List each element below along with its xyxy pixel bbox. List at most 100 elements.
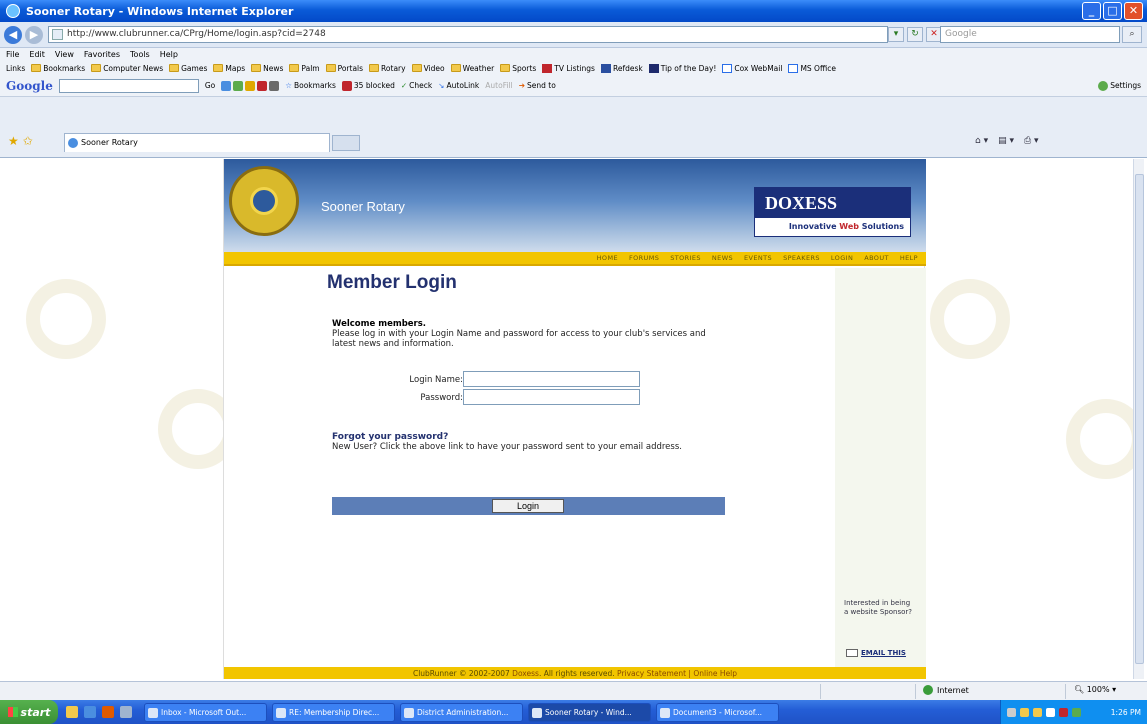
nav-stories[interactable]: STORIES (670, 254, 701, 262)
system-tray: 1:26 PM (1000, 700, 1147, 724)
link-video[interactable]: Video (411, 64, 445, 73)
forgot-password-link[interactable]: Forgot your password? (332, 432, 448, 442)
link-rotary[interactable]: Rotary (369, 64, 406, 73)
tray-icon[interactable] (1033, 707, 1042, 717)
feeds-icon[interactable]: ▤ ▾ (998, 136, 1014, 146)
task-re-membership[interactable]: RE: Membership Direc... (272, 702, 395, 722)
doxess-logo[interactable]: DOXESS Innovative Web Solutions (754, 187, 911, 237)
toolbar-icon[interactable] (257, 80, 268, 91)
forward-button[interactable]: ▶ (25, 25, 43, 44)
toolbar-icon[interactable] (221, 80, 232, 91)
quick-launch-icon[interactable] (102, 706, 114, 718)
settings-button[interactable]: Settings (1098, 80, 1141, 91)
rotary-watermark (26, 279, 106, 359)
print-icon[interactable]: ⎙ ▾ (1024, 136, 1039, 146)
link-cox-webmail[interactable]: Cox WebMail (722, 63, 782, 73)
sponsor-link[interactable]: Interested in being a website Sponsor? (844, 599, 914, 617)
privacy-help-links[interactable]: Privacy Statement | Online Help (617, 669, 737, 678)
toolbar-icon[interactable] (233, 80, 244, 91)
zoom-level[interactable]: 🔍︎ 100% ▾ (1074, 685, 1116, 694)
login-name-field[interactable] (463, 371, 640, 387)
login-name-label: Login Name: (409, 375, 463, 385)
back-button[interactable]: ◀ (4, 25, 22, 44)
autolink-button[interactable]: ↘ AutoLink (438, 81, 479, 90)
link-bookmarks[interactable]: Bookmarks (31, 64, 85, 73)
maximize-button[interactable]: □ (1103, 2, 1122, 20)
google-logo: Google (6, 78, 53, 93)
nav-news[interactable]: NEWS (712, 254, 733, 262)
link-portals[interactable]: Portals (325, 64, 363, 73)
task-sooner-rotary[interactable]: Sooner Rotary - Wind... (528, 702, 651, 722)
scroll-thumb[interactable] (1135, 174, 1144, 664)
quick-launch-icon[interactable] (84, 706, 96, 718)
google-toolbar: Google Go ☆ Bookmarks 35 blocked ✓ Check ↘… (0, 75, 1147, 97)
nav-home[interactable]: HOME (597, 254, 618, 262)
ie-window: Sooner Rotary - Windows Internet Explore… (0, 0, 1147, 724)
search-icon[interactable]: ⌕ (1122, 26, 1142, 43)
link-games[interactable]: Games (169, 64, 207, 73)
nav-help[interactable]: HELP (900, 254, 918, 262)
menu-help[interactable]: Help (160, 50, 178, 59)
menu-edit[interactable]: Edit (29, 50, 45, 59)
nav-speakers[interactable]: SPEAKERS (783, 254, 820, 262)
refresh-icon[interactable]: ↻ (907, 27, 923, 42)
menu-favorites[interactable]: Favorites (84, 50, 120, 59)
google-search-input[interactable] (58, 78, 199, 93)
tray-icon[interactable] (1046, 707, 1055, 717)
tray-icon[interactable] (1007, 707, 1016, 717)
toolbar-icon[interactable] (245, 80, 256, 91)
dropdown-icon[interactable]: ▾ (888, 27, 904, 42)
link-news[interactable]: News (251, 64, 283, 73)
link-weather[interactable]: Weather (450, 64, 494, 73)
spell-check-button[interactable]: ✓ Check (401, 81, 432, 90)
nav-about[interactable]: ABOUT (864, 254, 889, 262)
google-go-button[interactable]: Go (205, 81, 215, 90)
quick-launch-icon[interactable] (120, 706, 132, 718)
login-button[interactable]: Login (492, 499, 564, 513)
tray-icon[interactable] (1020, 707, 1029, 717)
task-document3[interactable]: Document3 - Microsof... (656, 702, 779, 722)
tray-icon[interactable] (1059, 707, 1068, 717)
menu-file[interactable]: File (6, 50, 19, 59)
toolbar-icon[interactable] (269, 80, 280, 91)
close-button[interactable]: ✕ (1124, 2, 1143, 20)
task-district-admin[interactable]: District Administration... (400, 702, 523, 722)
autofill-button[interactable]: AutoFill (485, 81, 512, 90)
link-maps[interactable]: Maps (213, 64, 245, 73)
task-outlook[interactable]: Inbox - Microsoft Out... (144, 702, 267, 722)
nav-login[interactable]: LOGIN (831, 254, 853, 262)
search-input[interactable]: Google (940, 26, 1120, 43)
send-to-button[interactable]: ➔ Send to (519, 81, 556, 90)
password-field[interactable] (463, 389, 640, 405)
address-bar[interactable]: http://www.clubrunner.ca/CPrg/Home/login… (48, 26, 888, 43)
nav-events[interactable]: EVENTS (744, 254, 772, 262)
security-zone: Internet (923, 685, 969, 695)
clock[interactable]: 1:26 PM (1111, 708, 1141, 717)
new-tab-button[interactable] (332, 135, 360, 151)
link-ms-office[interactable]: MS Office (788, 63, 836, 73)
quick-launch-icon[interactable] (66, 706, 78, 718)
tray-icon[interactable] (1072, 707, 1081, 717)
menu-tools[interactable]: Tools (130, 50, 150, 59)
link-palm[interactable]: Palm (289, 64, 320, 73)
link-refdesk[interactable]: Refdesk (600, 63, 643, 73)
tab-sooner-rotary[interactable]: Sooner Rotary (64, 133, 330, 152)
doxess-link[interactable]: Doxess (512, 669, 539, 678)
home-icon[interactable]: ⌂ ▾ (975, 136, 988, 146)
url-text: http://www.clubrunner.ca/CPrg/Home/login… (67, 29, 326, 39)
favorites-star-icon[interactable]: ★ ✩ (8, 134, 33, 148)
minimize-button[interactable]: _ (1082, 2, 1101, 20)
nav-forums[interactable]: FORUMS (629, 254, 659, 262)
link-sports[interactable]: Sports (500, 64, 536, 73)
link-tip-of-the-day[interactable]: Tip of the Day! (648, 63, 716, 73)
vertical-scrollbar[interactable] (1133, 159, 1144, 679)
folder-icon (450, 64, 461, 72)
bookmarks-button[interactable]: ☆ Bookmarks (285, 81, 336, 90)
start-button[interactable]: start (0, 700, 58, 724)
link-tv-listings[interactable]: TV Listings (542, 63, 595, 73)
email-this-link[interactable]: EMAIL THIS (846, 649, 906, 657)
link-computer-news[interactable]: Computer News (91, 64, 163, 73)
menu-view[interactable]: View (55, 50, 74, 59)
folder-icon (31, 64, 42, 72)
popup-blocked-button[interactable]: 35 blocked (341, 80, 395, 91)
